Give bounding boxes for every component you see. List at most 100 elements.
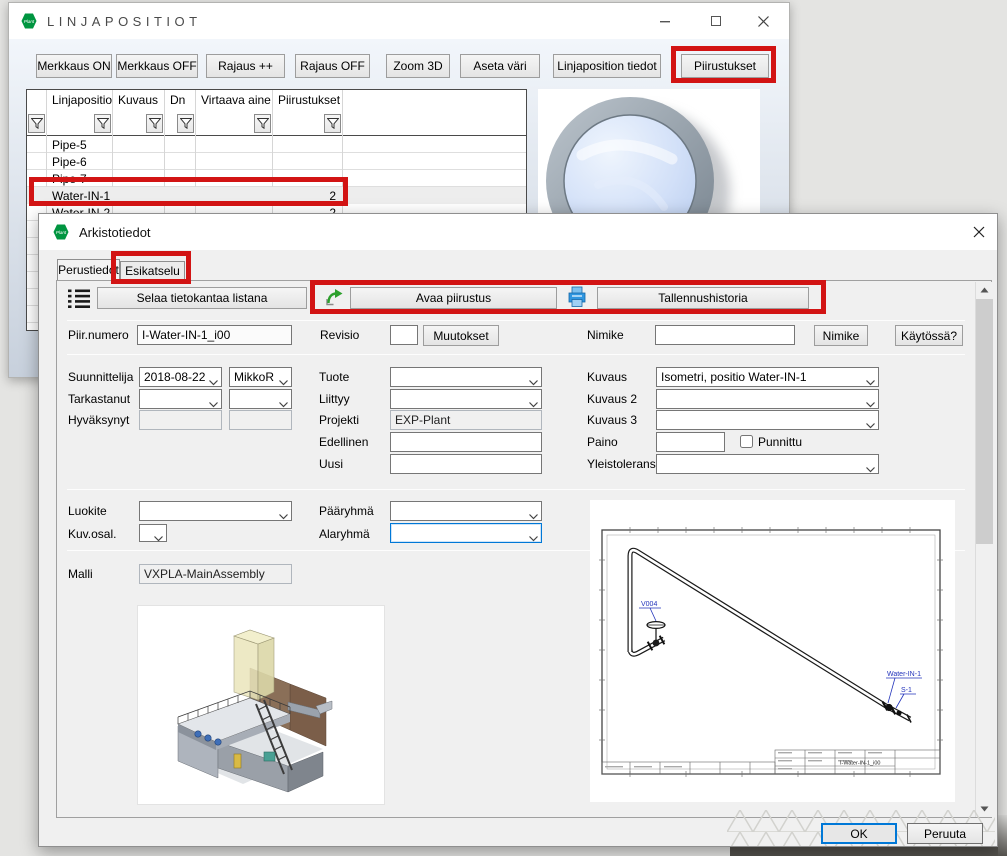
- zoom-3d-button[interactable]: Zoom 3D: [386, 54, 450, 78]
- column-header[interactable]: Dn: [164, 90, 195, 112]
- filter-funnel-button[interactable]: [324, 114, 341, 133]
- dialog-titlebar: Plant Arkistotiedot: [39, 214, 997, 250]
- tarkastanut-user-combo[interactable]: [229, 389, 292, 409]
- column-header[interactable]: Piirustukset: [272, 90, 342, 112]
- paino-label: Paino: [587, 435, 618, 449]
- chevron-down-icon: [529, 509, 538, 515]
- uusi-label: Uusi: [319, 457, 343, 471]
- tarkastanut-date-combo[interactable]: [139, 389, 222, 409]
- kuvaus2-combo[interactable]: [656, 389, 879, 409]
- filter-funnel-button[interactable]: [146, 114, 163, 133]
- linjaposition-tiedot-button[interactable]: Linjaposition tiedot: [553, 54, 661, 78]
- chevron-down-icon: [866, 418, 875, 424]
- svg-text:Plant: Plant: [56, 230, 67, 235]
- tuote-combo[interactable]: [390, 367, 542, 387]
- filter-funnel-button[interactable]: [94, 114, 111, 133]
- merkkaus-off-button[interactable]: Merkkaus OFF: [116, 54, 198, 78]
- kuvaus-label: Kuvaus: [587, 370, 627, 384]
- open-drawing-icon[interactable]: [324, 287, 344, 307]
- paaryhma-combo[interactable]: [390, 501, 542, 521]
- kuvaus2-label: Kuvaus 2: [587, 392, 637, 406]
- tallennushistoria-button[interactable]: Tallennushistoria: [597, 287, 809, 309]
- svg-text:I-Water-IN-1_i00: I-Water-IN-1_i00: [840, 761, 880, 767]
- liittyy-combo[interactable]: [390, 389, 542, 409]
- muutokset-button[interactable]: Muutokset: [423, 325, 499, 346]
- column-header[interactable]: Linjapositio: [46, 90, 112, 112]
- piir-numero-label: Piir.numero: [68, 328, 129, 342]
- table-row[interactable]: Pipe-5: [52, 138, 87, 152]
- filter-funnel-button[interactable]: [28, 114, 45, 133]
- kuvaus3-label: Kuvaus 3: [587, 413, 637, 427]
- luokite-combo[interactable]: [139, 501, 292, 521]
- selaa-tietokantaa-button[interactable]: Selaa tietokantaa listana: [97, 287, 307, 309]
- aseta-vari-button[interactable]: Aseta väri: [460, 54, 540, 78]
- rajaus-off-button[interactable]: Rajaus OFF: [295, 54, 370, 78]
- punnittu-checkbox[interactable]: [740, 435, 753, 448]
- suunnittelija-date-combo[interactable]: 2018-08-22: [139, 367, 222, 387]
- drawings-count: 2: [272, 189, 336, 203]
- plotter-icon[interactable]: [568, 286, 586, 308]
- table-row[interactable]: Pipe-6: [52, 155, 87, 169]
- list-view-icon[interactable]: [68, 288, 90, 308]
- yleistoleranssi-combo[interactable]: [656, 454, 879, 474]
- tuote-label: Tuote: [319, 370, 349, 384]
- kuv-osal-combo[interactable]: [139, 524, 167, 542]
- scrollbar[interactable]: [975, 282, 992, 817]
- separator: [67, 320, 965, 321]
- tarkastanut-label: Tarkastanut: [68, 392, 130, 406]
- drawing-preview-image: V004 Water-IN-1 S-1 I-Wa: [590, 500, 955, 802]
- minimize-icon[interactable]: [650, 8, 680, 34]
- table-row[interactable]: Water-IN-1: [52, 189, 110, 203]
- chevron-down-icon: [279, 509, 288, 515]
- liittyy-label: Liittyy: [319, 392, 350, 406]
- cancel-button[interactable]: Peruuta: [907, 823, 983, 844]
- window-title: LINJAPOSITIOT: [47, 14, 202, 29]
- desktop: Plant LINJAPOSITIOT Merkkaus ON Merkkaus…: [0, 0, 1007, 856]
- revisio-field[interactable]: [390, 325, 418, 345]
- nimike-label: Nimike: [587, 328, 624, 342]
- plant-logo-icon: Plant: [53, 224, 69, 240]
- filter-funnel-button[interactable]: [177, 114, 194, 133]
- paino-field[interactable]: [656, 432, 725, 452]
- suunnittelija-user-combo[interactable]: MikkoR: [229, 367, 292, 387]
- kuvaus-combo[interactable]: Isometri, positio Water-IN-1: [656, 367, 879, 387]
- column-header[interactable]: Kuvaus: [112, 90, 164, 112]
- column-header[interactable]: Virtaava aine: [195, 90, 272, 112]
- suunnittelija-label: Suunnittelija: [68, 370, 133, 384]
- alaryhma-combo[interactable]: [390, 523, 542, 543]
- kaytossa-button[interactable]: Käytössä?: [895, 325, 963, 346]
- tab-panel: Selaa tietokantaa listana Avaa piirustus…: [56, 280, 992, 818]
- scroll-up-icon[interactable]: [976, 282, 993, 298]
- scrollbar-thumb[interactable]: [976, 299, 993, 544]
- edellinen-label: Edellinen: [319, 435, 368, 449]
- avaa-piirustus-button[interactable]: Avaa piirustus: [350, 287, 557, 309]
- tab-perustiedot[interactable]: Perustiedot: [57, 259, 120, 280]
- piirustukset-button[interactable]: Piirustukset: [681, 54, 769, 78]
- chevron-down-icon: [529, 397, 538, 403]
- magnifier-image: [538, 89, 760, 215]
- hyvaksynyt-date-field: [139, 410, 222, 430]
- tab-esikatselu[interactable]: Esikatselu: [120, 261, 185, 280]
- close-icon[interactable]: [748, 8, 778, 34]
- uusi-field[interactable]: [390, 454, 542, 474]
- svg-text:Water-IN-1: Water-IN-1: [887, 671, 921, 678]
- linja-titlebar: Plant LINJAPOSITIOT: [9, 3, 789, 39]
- model-preview-image: [137, 605, 385, 805]
- rajaus-plus-button[interactable]: Rajaus ++: [206, 54, 285, 78]
- table-row[interactable]: Pipe-7: [52, 172, 87, 186]
- close-icon[interactable]: [964, 219, 994, 245]
- edellinen-field[interactable]: [390, 432, 542, 452]
- kuvaus3-combo[interactable]: [656, 410, 879, 430]
- nimike-field[interactable]: [655, 325, 795, 345]
- merkkaus-on-button[interactable]: Merkkaus ON: [36, 54, 112, 78]
- maximize-icon[interactable]: [701, 8, 731, 34]
- filter-funnel-button[interactable]: [254, 114, 271, 133]
- filter-row: [27, 112, 526, 136]
- chevron-down-icon: [529, 531, 538, 537]
- revisio-label: Revisio: [320, 328, 359, 342]
- kuv-osal-label: Kuv.osal.: [68, 527, 116, 541]
- piir-numero-field[interactable]: [137, 325, 292, 345]
- chevron-down-icon: [209, 375, 218, 381]
- nimike-button[interactable]: Nimike: [814, 325, 868, 346]
- ok-button[interactable]: OK: [821, 823, 897, 844]
